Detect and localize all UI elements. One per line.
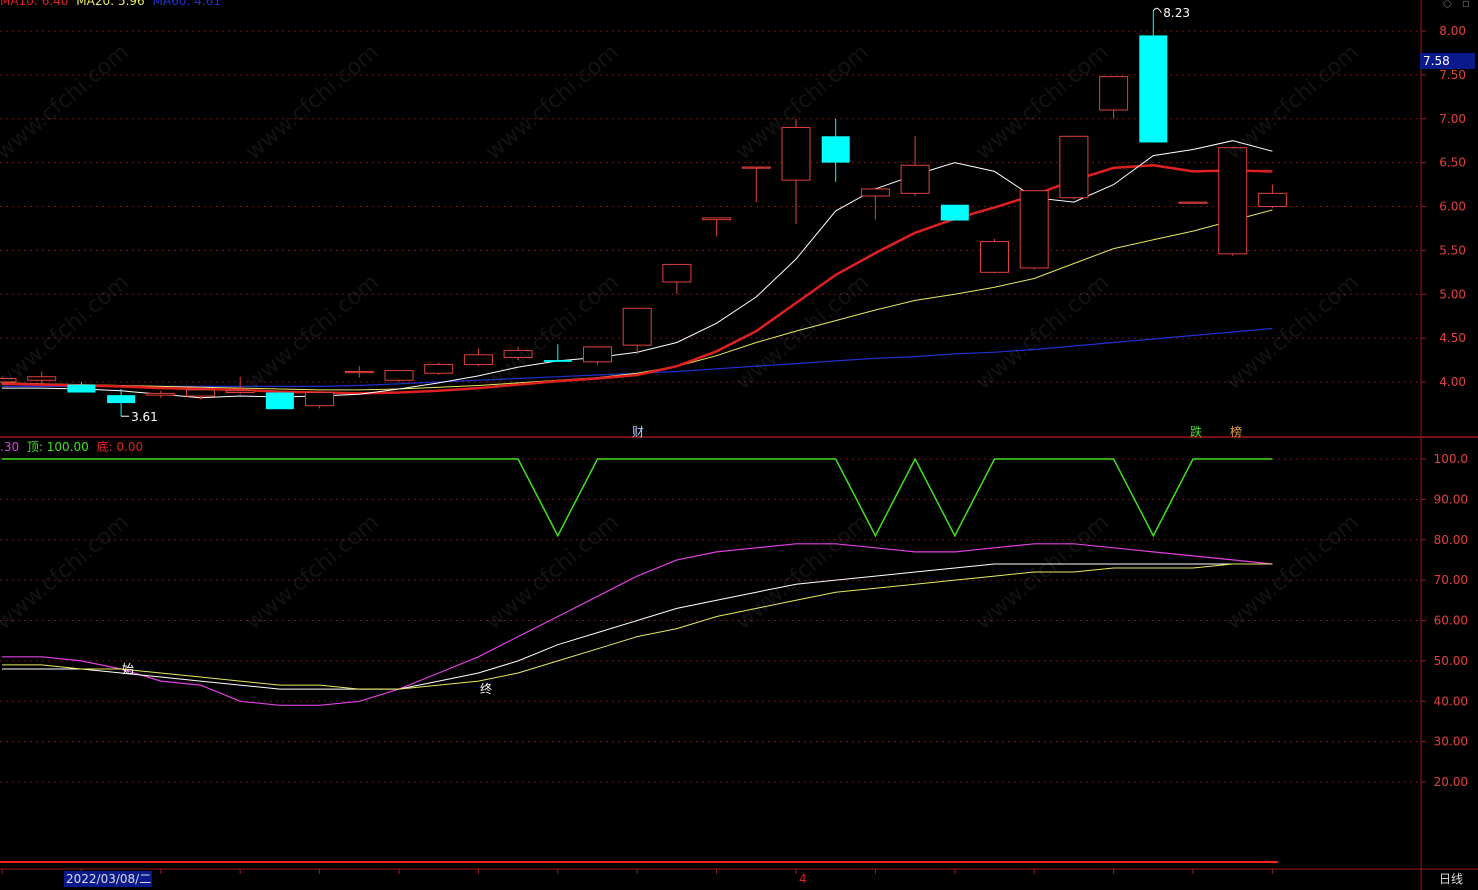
candle-body-up [583, 346, 612, 363]
candle-body-up [980, 241, 1009, 273]
candle-body-up [146, 392, 176, 396]
candle-body-up [662, 263, 692, 283]
indicator-tick-label: 60.00 [1434, 614, 1468, 628]
zigzag-line [2, 457, 1273, 538]
candle-body-up [225, 390, 255, 394]
candle-body-up [463, 354, 493, 365]
ma10-line [1, 164, 1273, 395]
candle-body-down [107, 395, 136, 404]
price-tick-label: 5.00 [1439, 287, 1466, 301]
indicator-legend: .30 顶: 100.00 底: 0.00 [0, 438, 143, 455]
event-tag-cai[interactable]: 财 [632, 423, 644, 440]
candle-body-up [503, 349, 533, 358]
price-tick-label: 6.50 [1439, 156, 1466, 170]
candle-body-down [265, 392, 294, 410]
price-tick-label: 4.00 [1439, 375, 1466, 389]
candle-body-up [305, 392, 335, 407]
price-tick-label: 5.50 [1439, 243, 1466, 257]
price-tick-label: 7.50 [1439, 68, 1466, 82]
event-tag-bang[interactable]: 榜 [1230, 423, 1242, 440]
indicator-prefix: .30 [0, 440, 20, 454]
indicator-tick-label: 30.00 [1434, 735, 1468, 749]
candle-body-up [1178, 201, 1208, 204]
candle-body-up [900, 164, 930, 194]
end-marker: 终 [480, 682, 493, 696]
magenta-line [2, 543, 1273, 706]
candle-body-up [781, 127, 811, 181]
event-tag-die[interactable]: 跌 [1190, 423, 1202, 440]
candle-body-up [860, 188, 890, 197]
candle-body-up [702, 217, 732, 221]
candle-body-up [1218, 147, 1248, 255]
candle-body-up [622, 307, 652, 346]
indicator-tick-label: 70.00 [1434, 573, 1468, 587]
indicator-tick-label: 80.00 [1434, 533, 1468, 547]
current-price-box: 7.58 [1420, 53, 1475, 69]
indicator-tick-label: 90.00 [1434, 492, 1468, 506]
high-price-pointer [1152, 7, 1162, 14]
candle-body-up [1059, 135, 1089, 199]
high-price-label: 8.23 [1163, 6, 1190, 20]
candle-body-down [1139, 35, 1168, 143]
candle-body-up [186, 389, 215, 397]
start-marker: 始 [122, 662, 135, 676]
indicator-tick-label: 20.00 [1434, 775, 1468, 789]
candle-body-down [940, 204, 969, 221]
candle-body-up [384, 370, 414, 381]
price-tick-label: 4.50 [1439, 331, 1466, 345]
yellow-line [2, 563, 1273, 690]
candle-body-up [344, 370, 374, 374]
candle-body-up [27, 376, 57, 381]
candle-body-up [741, 166, 771, 169]
candle-body-down [543, 360, 572, 362]
indicator-tick-label: 100.0 [1434, 452, 1468, 466]
top-label: 顶: 100.00 [26, 440, 89, 454]
candle-body-up [1099, 76, 1129, 111]
axis-month-marker: 4 [799, 872, 807, 886]
period-button[interactable]: 日线 [1426, 871, 1476, 888]
bottom-label: 底: 0.00 [96, 440, 144, 454]
candle-body-down [821, 136, 850, 163]
low-price-label: 3.61 [131, 410, 158, 424]
candle-body-up [1257, 192, 1287, 207]
price-tick-label: 8.00 [1439, 24, 1466, 38]
candle-body-up [0, 377, 17, 383]
white-line [2, 563, 1273, 690]
candle-body-down [67, 384, 96, 393]
indicator-tick-label: 50.00 [1434, 654, 1468, 668]
stock-chart[interactable]: 8.00 7.50 7.00 6.50 6.00 5.50 5.00 4.50 4.00 100.… [0, 0, 1478, 890]
candle-body-up [1019, 190, 1049, 269]
price-tick-label: 6.00 [1439, 200, 1466, 214]
date-cursor-box: 2022/03/08/二 [64, 871, 152, 887]
ma20-line [1, 209, 1273, 391]
price-tick-label: 7.00 [1439, 112, 1466, 126]
indicator-tick-label: 40.00 [1434, 694, 1468, 708]
candle-body-up [424, 363, 454, 374]
